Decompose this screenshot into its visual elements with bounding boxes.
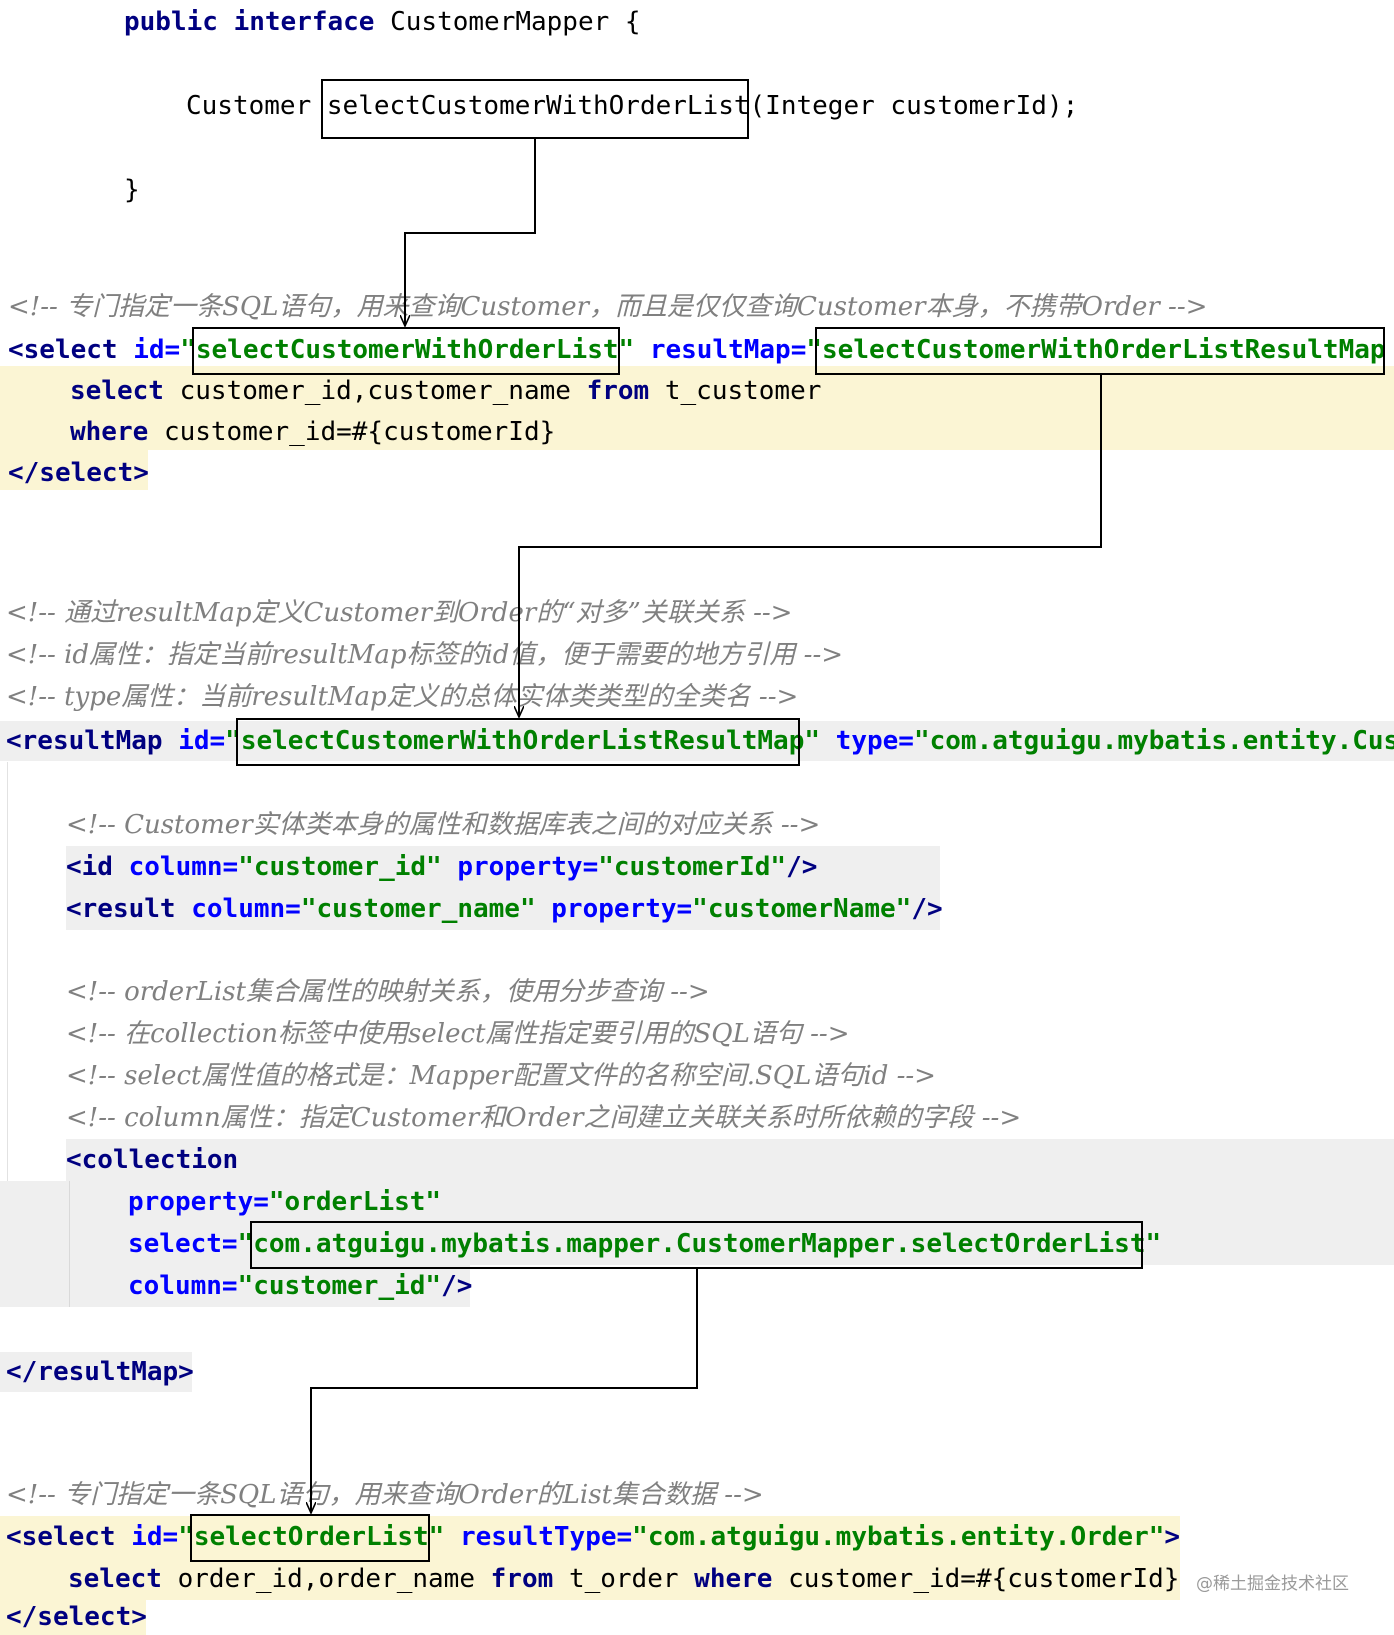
connector-arrows: [0, 139, 1102, 1635]
arrow-resultmap-ref-to-def: [519, 375, 1102, 717]
arrow-method-to-select: [405, 139, 536, 326]
arrow-collection-to-select: [311, 1269, 698, 1513]
